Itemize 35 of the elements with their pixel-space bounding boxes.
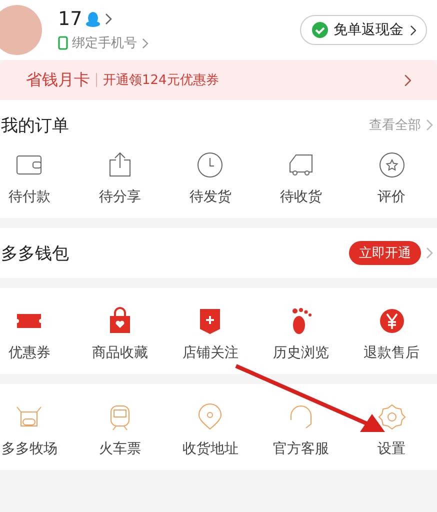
service-item[interactable]: 店铺关注 [165, 306, 256, 362]
clock-icon [195, 150, 226, 180]
promo-title: 省钱月卡 [26, 70, 90, 90]
chevron-icon [141, 38, 148, 48]
order-status-item[interactable]: 待付款 [0, 150, 75, 206]
user-name: 17 [58, 8, 82, 30]
order-status-item[interactable]: 待分享 [74, 150, 166, 206]
order-status-item[interactable]: 待收货 [256, 150, 346, 206]
promo-text: 开通领124元优惠券 [103, 72, 220, 89]
service-item[interactable]: 退款售后 [346, 306, 437, 362]
chevron-icon [104, 13, 112, 25]
order-status-item[interactable]: 待发货 [165, 150, 256, 206]
cashback-button[interactable]: 免单返现金 [300, 15, 427, 45]
section-title: 我的订单 [1, 114, 69, 136]
settings-icon [376, 402, 407, 432]
promo-banner[interactable]: 省钱月卡 开通领124元优惠券 [0, 60, 437, 100]
section-title: 多多钱包 [1, 242, 69, 264]
phone-icon [58, 36, 68, 50]
avatar[interactable] [0, 5, 42, 55]
wechat-icon [310, 21, 328, 39]
tool-item[interactable]: 官方客服 [256, 402, 346, 458]
service-item[interactable]: 商品收藏 [74, 306, 166, 362]
tool-item[interactable]: 收货地址 [165, 402, 256, 458]
tool-item[interactable]: 设置 [346, 402, 437, 458]
tool-item[interactable]: 火车票 [74, 402, 166, 458]
chevron-icon [425, 247, 433, 259]
order-status-item[interactable]: 评价 [346, 150, 437, 206]
service-item[interactable]: 历史浏览 [256, 306, 346, 362]
tool-item[interactable]: 多多牧场 [0, 402, 75, 458]
chevron-icon [408, 24, 416, 36]
activate-button[interactable]: 立即开通 [349, 241, 421, 265]
chevron-icon [402, 74, 411, 86]
chevron-icon [425, 119, 433, 131]
service-item[interactable]: 优惠券 [0, 306, 75, 362]
bind-phone-link[interactable]: 绑定手机号 [58, 34, 300, 52]
